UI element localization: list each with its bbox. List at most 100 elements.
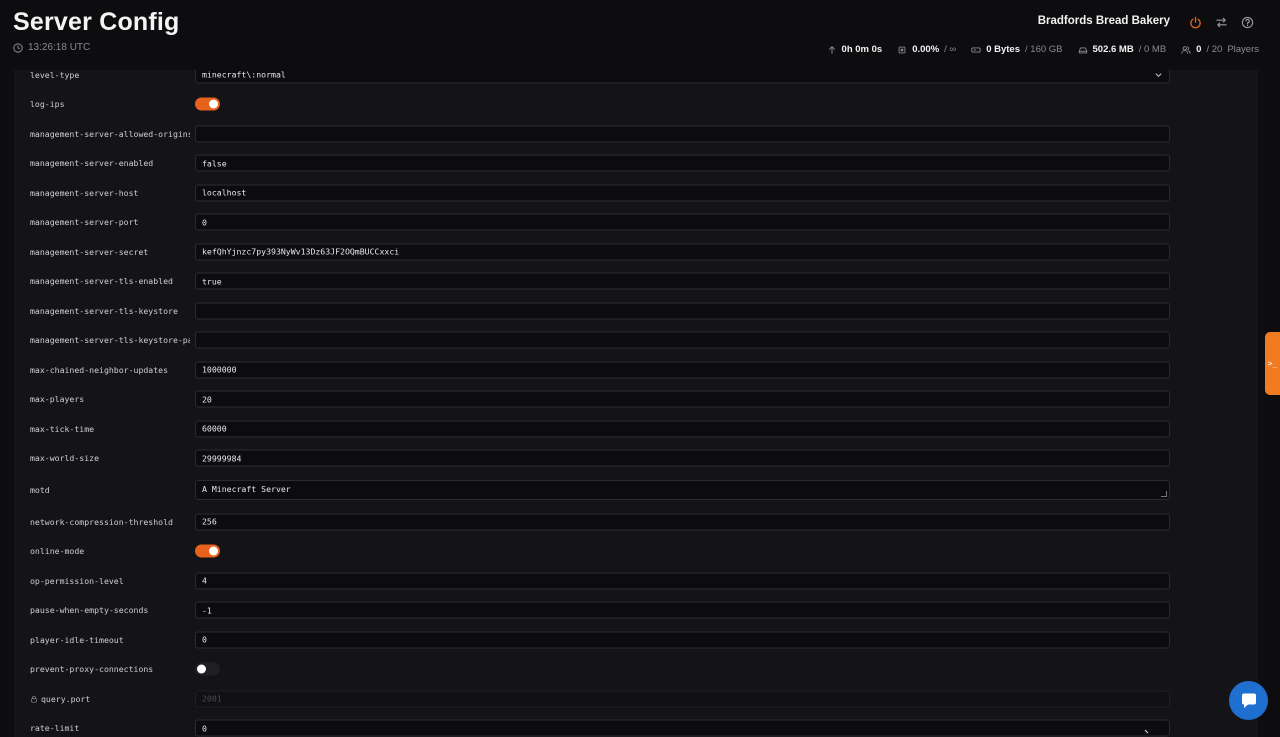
cpu-icon [898,46,906,53]
config-row-level-type: level-type minecraft\:normal [14,70,1258,90]
management-server-tls-enabled-input[interactable]: true [195,272,1170,290]
max-chained-neighbor-updates-input[interactable]: 1000000 [195,361,1170,379]
chat-icon [1241,693,1256,708]
config-label: query.port [30,694,190,704]
memory-icon [1078,46,1087,53]
select-value: minecraft\:normal [202,70,286,80]
config-label: management-server-host [30,187,139,198]
config-label: management-server-tls-keystore-password [30,335,190,346]
server-name: Bradfords Bread Bakery [1037,15,1170,27]
config-row-rate-limit: rate-limit 0 [14,714,1258,737]
config-label: management-server-tls-keystore [30,305,178,316]
header-actions [1189,16,1254,29]
uptime-value: 0h 0m 0s [841,44,883,55]
config-panel: level-type minecraft\:normal log-ips man… [14,70,1258,737]
max-world-size-input[interactable]: 29999984 [195,449,1170,467]
support-chat-button[interactable] [1229,681,1268,720]
power-icon[interactable] [1189,16,1202,29]
console-tab[interactable]: >_ [1265,332,1280,395]
memory-stat: 502.6 MB / 0 MB [1078,44,1167,55]
page-title: Server Config [13,8,180,36]
rate-limit-input[interactable]: 0 [195,719,1170,737]
config-label: network-compression-threshold [30,516,173,527]
management-server-enabled-input[interactable]: false [195,154,1170,172]
max-tick-time-input[interactable]: 60000 [195,420,1170,438]
config-label: motd [30,485,50,495]
chevron-down-icon [1155,73,1162,77]
config-label-text: query.port [41,693,91,704]
disk-icon [971,46,981,53]
config-label: level-type [30,70,80,80]
online-mode-toggle[interactable] [195,544,220,558]
op-permission-level-input[interactable]: 4 [195,572,1170,590]
config-row-max-world-size: max-world-size 29999984 [14,444,1258,474]
config-row-management-server-port: management-server-port 0 [14,208,1258,238]
disk-value: 0 Bytes [986,44,1021,55]
chevron-right-icon [1144,729,1149,734]
uptime-stat: 0h 0m 0s [827,44,883,55]
memory-limit: / 0 MB [1138,44,1167,55]
memory-value: 502.6 MB [1092,44,1134,55]
help-icon[interactable] [1241,16,1254,29]
prevent-proxy-connections-toggle[interactable] [195,662,220,676]
config-label: log-ips [30,99,65,110]
motd-textarea[interactable]: A Minecraft Server [195,480,1170,500]
players-suffix: Players [1227,44,1259,55]
config-row-management-server-tls-keystore-password: management-server-tls-keystore-password [14,326,1258,356]
management-server-host-input[interactable]: localhost [195,184,1170,202]
config-row-max-tick-time: max-tick-time 60000 [14,414,1258,444]
config-label: online-mode [30,546,85,557]
management-server-allowed-origins-input[interactable] [195,125,1170,143]
cpu-value: 0.00% [912,44,940,55]
config-row-motd: motd A Minecraft Server [14,473,1258,507]
log-ips-toggle[interactable] [195,97,220,111]
players-limit: / 20 [1206,44,1223,55]
config-row-management-server-tls-keystore: management-server-tls-keystore [14,296,1258,326]
resize-handle-icon[interactable] [1161,491,1167,497]
management-server-tls-keystore-input[interactable] [195,302,1170,320]
network-compression-threshold-input[interactable]: 256 [195,513,1170,531]
management-server-port-input[interactable]: 0 [195,213,1170,231]
config-row-management-server-tls-enabled: management-server-tls-enabled true [14,267,1258,297]
config-row-player-idle-timeout: player-idle-timeout 0 [14,625,1258,655]
max-players-input[interactable]: 20 [195,390,1170,408]
management-server-secret-input[interactable]: kefQhYjnzc7py393NyWv13Dz63JF2OQmBUCCxxci [195,243,1170,261]
config-row-max-players: max-players 20 [14,385,1258,415]
config-label: max-world-size [30,453,100,464]
arrow-up-icon [828,45,835,54]
config-row-management-server-allowed-origins: management-server-allowed-origins [14,119,1258,149]
server-clock: 13:26:18 UTC [13,42,90,53]
lock-icon [31,695,37,703]
config-label: management-server-tls-enabled [30,276,173,287]
config-label: management-server-enabled [30,158,154,169]
config-row-query-port: query.port 2001 [14,684,1258,714]
switch-server-icon[interactable] [1215,16,1228,29]
config-label: player-idle-timeout [30,634,124,645]
config-row-network-compression-threshold: network-compression-threshold 256 [14,507,1258,537]
config-label: max-players [30,394,85,405]
config-row-log-ips: log-ips [14,90,1258,120]
config-label: rate-limit [30,723,80,734]
config-row-management-server-enabled: management-server-enabled false [14,149,1258,179]
player-idle-timeout-input[interactable]: 0 [195,631,1170,649]
management-server-tls-keystore-password-input[interactable] [195,331,1170,349]
clock-time: 13:26:18 UTC [28,42,91,53]
players-stat: 0 / 20 Players [1181,44,1259,55]
level-type-select[interactable]: minecraft\:normal [195,70,1170,84]
query-port-input: 2001 [195,690,1170,708]
players-icon [1181,45,1191,54]
config-label: max-chained-neighbor-updates [30,364,169,375]
config-label: management-server-port [30,217,139,228]
players-value: 0 [1196,44,1202,55]
pause-when-empty-seconds-input[interactable]: -1 [195,601,1170,619]
config-label: op-permission-level [30,575,124,586]
server-stats: 0h 0m 0s 0.00% / ∞ 0 Bytes / 160 GB 502.… [827,44,1259,55]
config-label: management-server-secret [30,246,149,257]
config-row-pause-when-empty-seconds: pause-when-empty-seconds -1 [14,596,1258,626]
cpu-stat: 0.00% / ∞ [897,44,956,55]
config-row-online-mode: online-mode [14,537,1258,567]
config-label: prevent-proxy-connections [30,664,154,675]
disk-limit: / 160 GB [1025,44,1063,55]
config-row-management-server-host: management-server-host localhost [14,178,1258,208]
config-rows: level-type minecraft\:normal log-ips man… [14,70,1258,737]
